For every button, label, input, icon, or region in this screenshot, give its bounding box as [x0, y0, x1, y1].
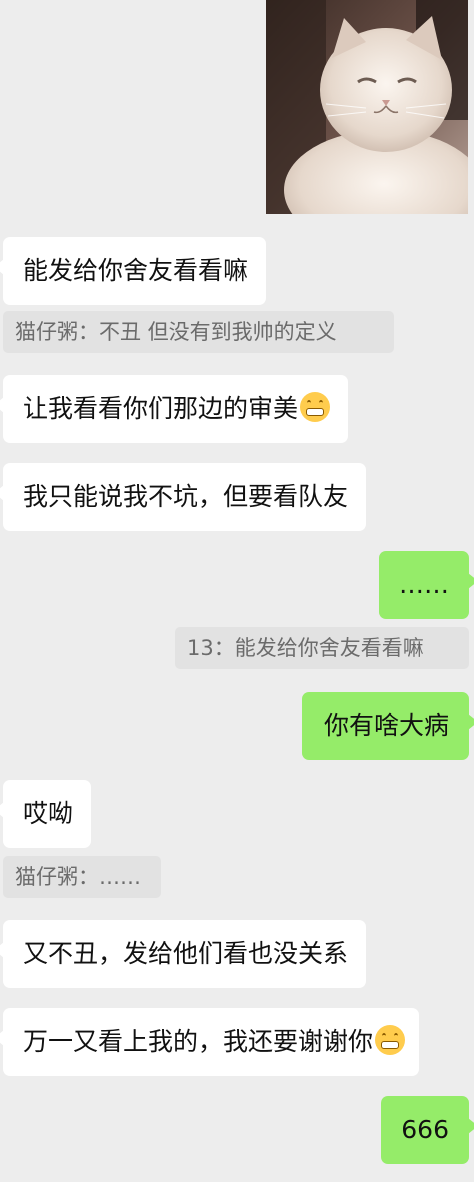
grimacing-emoji-icon	[300, 392, 331, 422]
message-text: 让我看看你们那边的审美	[23, 394, 299, 423]
quote-text: 猫仔粥：不丑 但没有到我帅的定义	[15, 320, 337, 344]
quoted-reply[interactable]: 猫仔粥：不丑 但没有到我帅的定义	[3, 311, 394, 353]
quoted-reply[interactable]: 13：能发给你舍友看看嘛	[175, 627, 469, 669]
message-text: 我只能说我不坑，但要看队友	[23, 482, 349, 511]
message-text: 万一又看上我的，我还要谢谢你	[23, 1027, 374, 1056]
cat-photo-message[interactable]	[266, 0, 468, 214]
message-text: 666	[401, 1115, 449, 1144]
cat-photo-icon	[266, 0, 468, 214]
message-bubble-left[interactable]: 我只能说我不坑，但要看队友	[0, 463, 367, 531]
message-bubble-left[interactable]: 哎呦	[0, 780, 92, 848]
quote-text: 13：能发给你舍友看看嘛	[187, 636, 424, 660]
message-text: 又不丑，发给他们看也没关系	[23, 939, 349, 968]
message-bubble-right[interactable]: 666	[381, 1096, 474, 1164]
grimacing-emoji-icon	[375, 1025, 406, 1055]
message-bubble-left[interactable]: 又不丑，发给他们看也没关系	[0, 920, 367, 988]
message-bubble-left[interactable]: 让我看看你们那边的审美	[0, 375, 349, 443]
quoted-reply[interactable]: 猫仔粥：……	[3, 856, 161, 898]
message-text: 能发给你舍友看看嘛	[23, 256, 249, 285]
message-text: 你有啥大病	[323, 711, 449, 740]
message-bubble-right[interactable]: ……	[379, 551, 474, 619]
message-bubble-left[interactable]: 能发给你舍友看看嘛	[0, 237, 267, 305]
message-text: 哎呦	[23, 799, 74, 828]
message-text: ……	[399, 570, 449, 599]
message-bubble-right[interactable]: 你有啥大病	[301, 692, 474, 760]
quote-text: 猫仔粥：……	[15, 865, 141, 889]
message-bubble-left[interactable]: 万一又看上我的，我还要谢谢你	[0, 1008, 420, 1076]
